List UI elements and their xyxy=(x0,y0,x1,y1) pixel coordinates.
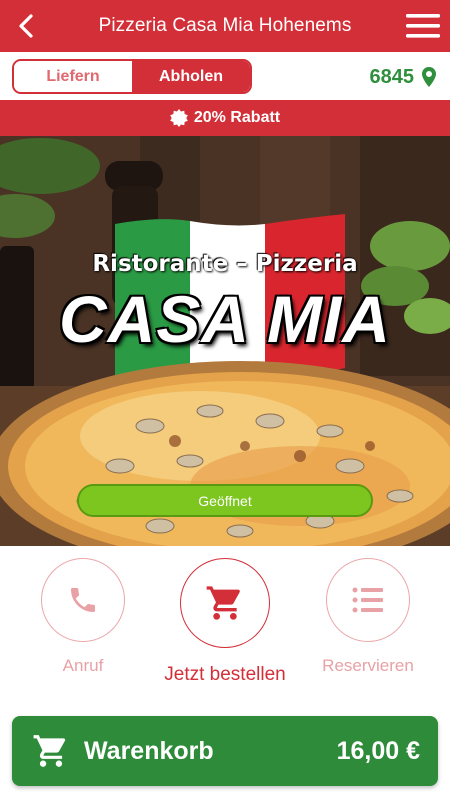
order-now-button-circle[interactable] xyxy=(180,558,270,648)
call-button-circle[interactable] xyxy=(41,558,125,642)
open-status-badge: Geöffnet xyxy=(77,484,373,517)
action-buttons: Anruf Jetzt bestellen Reservieren xyxy=(0,546,450,706)
cart-icon xyxy=(206,586,240,620)
reserve-button-circle[interactable] xyxy=(326,558,410,642)
location-pin-icon xyxy=(422,67,436,87)
restaurant-name: CASA MIA xyxy=(59,282,391,356)
discount-badge-icon xyxy=(170,109,188,127)
cart-label: Warenkorb xyxy=(84,736,214,765)
tab-pickup[interactable]: Abholen xyxy=(132,61,250,92)
page-title: Pizzeria Casa Mia Hohenems xyxy=(98,15,352,36)
order-mode-toggle: Liefern Abholen xyxy=(12,59,252,94)
call-label: Anruf xyxy=(62,656,104,675)
tab-delivery[interactable]: Liefern xyxy=(14,61,132,92)
cart-button[interactable]: Warenkorb 16,00 € xyxy=(12,716,438,786)
discount-banner: 20% Rabatt xyxy=(0,100,450,136)
app-header: Pizzeria Casa Mia Hohenems xyxy=(0,0,450,52)
phone-icon xyxy=(71,588,95,612)
back-arrow-icon[interactable] xyxy=(14,13,40,39)
order-mode-row: Liefern Abholen 6845 xyxy=(0,52,450,100)
order-now-label: Jetzt bestellen xyxy=(164,664,286,685)
restaurant-subtitle: Ristorante – Pizzeria xyxy=(92,251,358,277)
hamburger-menu-icon[interactable] xyxy=(406,12,440,40)
call-button[interactable]: Anruf xyxy=(38,558,128,676)
reserve-label: Reservieren xyxy=(322,656,414,675)
discount-text: 20% Rabatt xyxy=(193,109,281,126)
postal-code: 6845 xyxy=(369,65,415,88)
list-icon xyxy=(352,587,383,613)
postal-code-selector[interactable]: 6845 xyxy=(369,64,436,90)
cart-icon xyxy=(33,735,66,767)
cart-total: 16,00 € xyxy=(336,736,420,765)
reserve-button[interactable]: Reservieren xyxy=(318,558,418,676)
hero-banner: Ristorante – Pizzeria CASA MIA Geöffnet xyxy=(0,136,450,546)
order-now-button[interactable]: Jetzt bestellen xyxy=(160,558,290,686)
